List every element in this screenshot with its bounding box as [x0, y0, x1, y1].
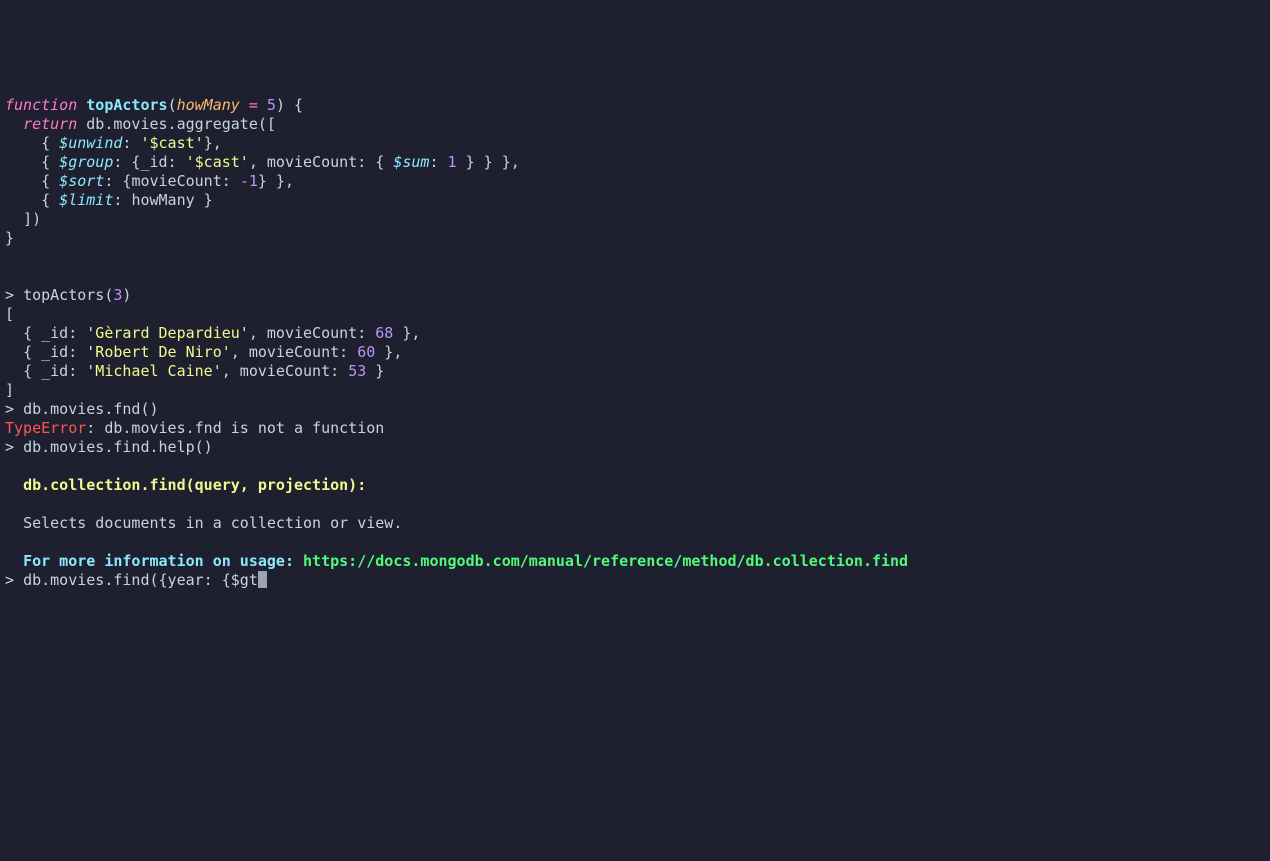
movie-count: 68	[375, 324, 393, 342]
num: 1	[448, 153, 457, 171]
blank	[5, 533, 14, 551]
num: 5	[267, 96, 276, 114]
prompt: >	[5, 286, 14, 304]
blank	[5, 495, 14, 513]
cmd-typo: db.movies.fnd()	[23, 400, 158, 418]
result-open: [	[5, 305, 14, 323]
actor-name: 'Robert De Niro'	[86, 343, 231, 361]
blank	[5, 267, 14, 285]
blank	[5, 457, 14, 475]
typing-text[interactable]: db.movies.find({year: {$gt	[23, 571, 258, 589]
ident: db.movies.aggregate([	[86, 115, 276, 133]
prompt-line: > db.movies.find.help()	[5, 438, 213, 456]
cursor	[258, 571, 267, 588]
error-msg: : db.movies.fnd is not a function	[86, 419, 384, 437]
op: =	[249, 96, 258, 114]
code-line: { $unwind: '$cast'},	[5, 134, 222, 152]
help-description: Selects documents in a collection or vie…	[23, 514, 402, 532]
prompt-line: > db.movies.fnd()	[5, 400, 159, 418]
prompt: >	[5, 438, 14, 456]
stage-sort: $sort	[59, 172, 104, 190]
function-name: topActors	[86, 96, 167, 114]
stage-unwind: $unwind	[59, 134, 122, 152]
call-fn: topActors	[23, 286, 104, 304]
code-line: { $group: {_id: '$cast', movieCount: { $…	[5, 153, 520, 171]
code-line: { $sort: {movieCount: -1} },	[5, 172, 294, 190]
keyword-return: return	[23, 115, 77, 133]
p: ) {	[276, 96, 303, 114]
blank	[5, 248, 14, 266]
num: -1	[240, 172, 258, 190]
error-line: TypeError: db.movies.fnd is not a functi…	[5, 419, 384, 437]
prompt-line: > topActors(3)	[5, 286, 131, 304]
result-close: ]	[5, 381, 14, 399]
stage-sum: $sum	[393, 153, 429, 171]
code-line: { $limit: howMany }	[5, 191, 213, 209]
ident: howMany	[131, 191, 194, 209]
key: _id	[140, 153, 167, 171]
key: movieCount	[267, 153, 357, 171]
key: movieCount	[131, 172, 221, 190]
help-more: For more information on usage: https://d…	[5, 552, 908, 570]
actor-name: 'Michael Caine'	[86, 362, 221, 380]
movie-count: 60	[357, 343, 375, 361]
str: '$cast'	[140, 134, 203, 152]
stage-group: $group	[59, 153, 113, 171]
help-url[interactable]: https://docs.mongodb.com/manual/referenc…	[303, 552, 908, 570]
movie-count: 53	[348, 362, 366, 380]
code-line: ])	[5, 210, 41, 228]
cmd-help: db.movies.find.help()	[23, 438, 213, 456]
keyword-function: function	[5, 96, 77, 114]
error-type: TypeError	[5, 419, 86, 437]
code-line: }	[5, 229, 14, 247]
help-more-label: For more information on usage:	[23, 552, 294, 570]
help-signature: db.collection.find(query, projection):	[23, 476, 366, 494]
actor-name: 'Gèrard Depardieu'	[86, 324, 249, 342]
prompt: >	[5, 400, 14, 418]
p: (	[168, 96, 177, 114]
terminal-output[interactable]: function topActors(howMany = 5) { return…	[5, 96, 1265, 590]
prompt-current[interactable]: > db.movies.find({year: {$gt	[5, 571, 267, 589]
stage-limit: $limit	[59, 191, 113, 209]
str: '$cast'	[186, 153, 249, 171]
help-sig: db.collection.find(query, projection):	[5, 476, 366, 494]
prompt: >	[5, 571, 14, 589]
help-desc: Selects documents in a collection or vie…	[5, 514, 402, 532]
code-line: return db.movies.aggregate([	[5, 115, 276, 133]
param: howMany	[177, 96, 240, 114]
result-rows: { _id: 'Gèrard Depardieu', movieCount: 6…	[5, 324, 420, 380]
code-line: function topActors(howMany = 5) {	[5, 96, 303, 114]
